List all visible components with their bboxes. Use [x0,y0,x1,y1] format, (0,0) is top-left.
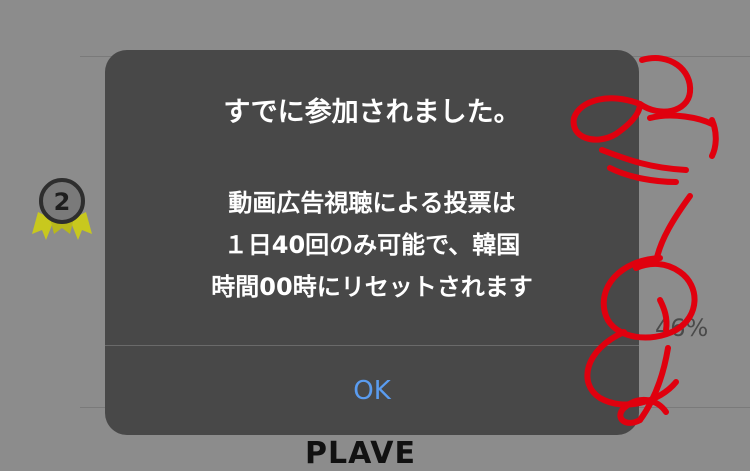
alert-title: すでに参加されました。 [223,97,521,128]
rank-number: 2 [54,188,71,216]
vote-percent: 46% [655,314,709,342]
alert-message: 動画広告視聴による投票は １日40回のみ可能で、韓国 時間00時にリセットされま… [105,182,639,308]
alert-message-line: 時間00時にリセットされます [211,273,533,301]
alert-message-line: 動画広告視聴による投票は [228,189,516,217]
rank-medal-icon: 2 [32,178,92,240]
alert-dialog: すでに参加されました。 動画広告視聴による投票は １日40回のみ可能で、韓国 時… [105,50,639,435]
group-name-label: PLAVE [305,436,416,471]
alert-message-line: １日40回のみ可能で、韓国 [223,231,521,259]
ok-button[interactable]: OK [105,346,639,435]
